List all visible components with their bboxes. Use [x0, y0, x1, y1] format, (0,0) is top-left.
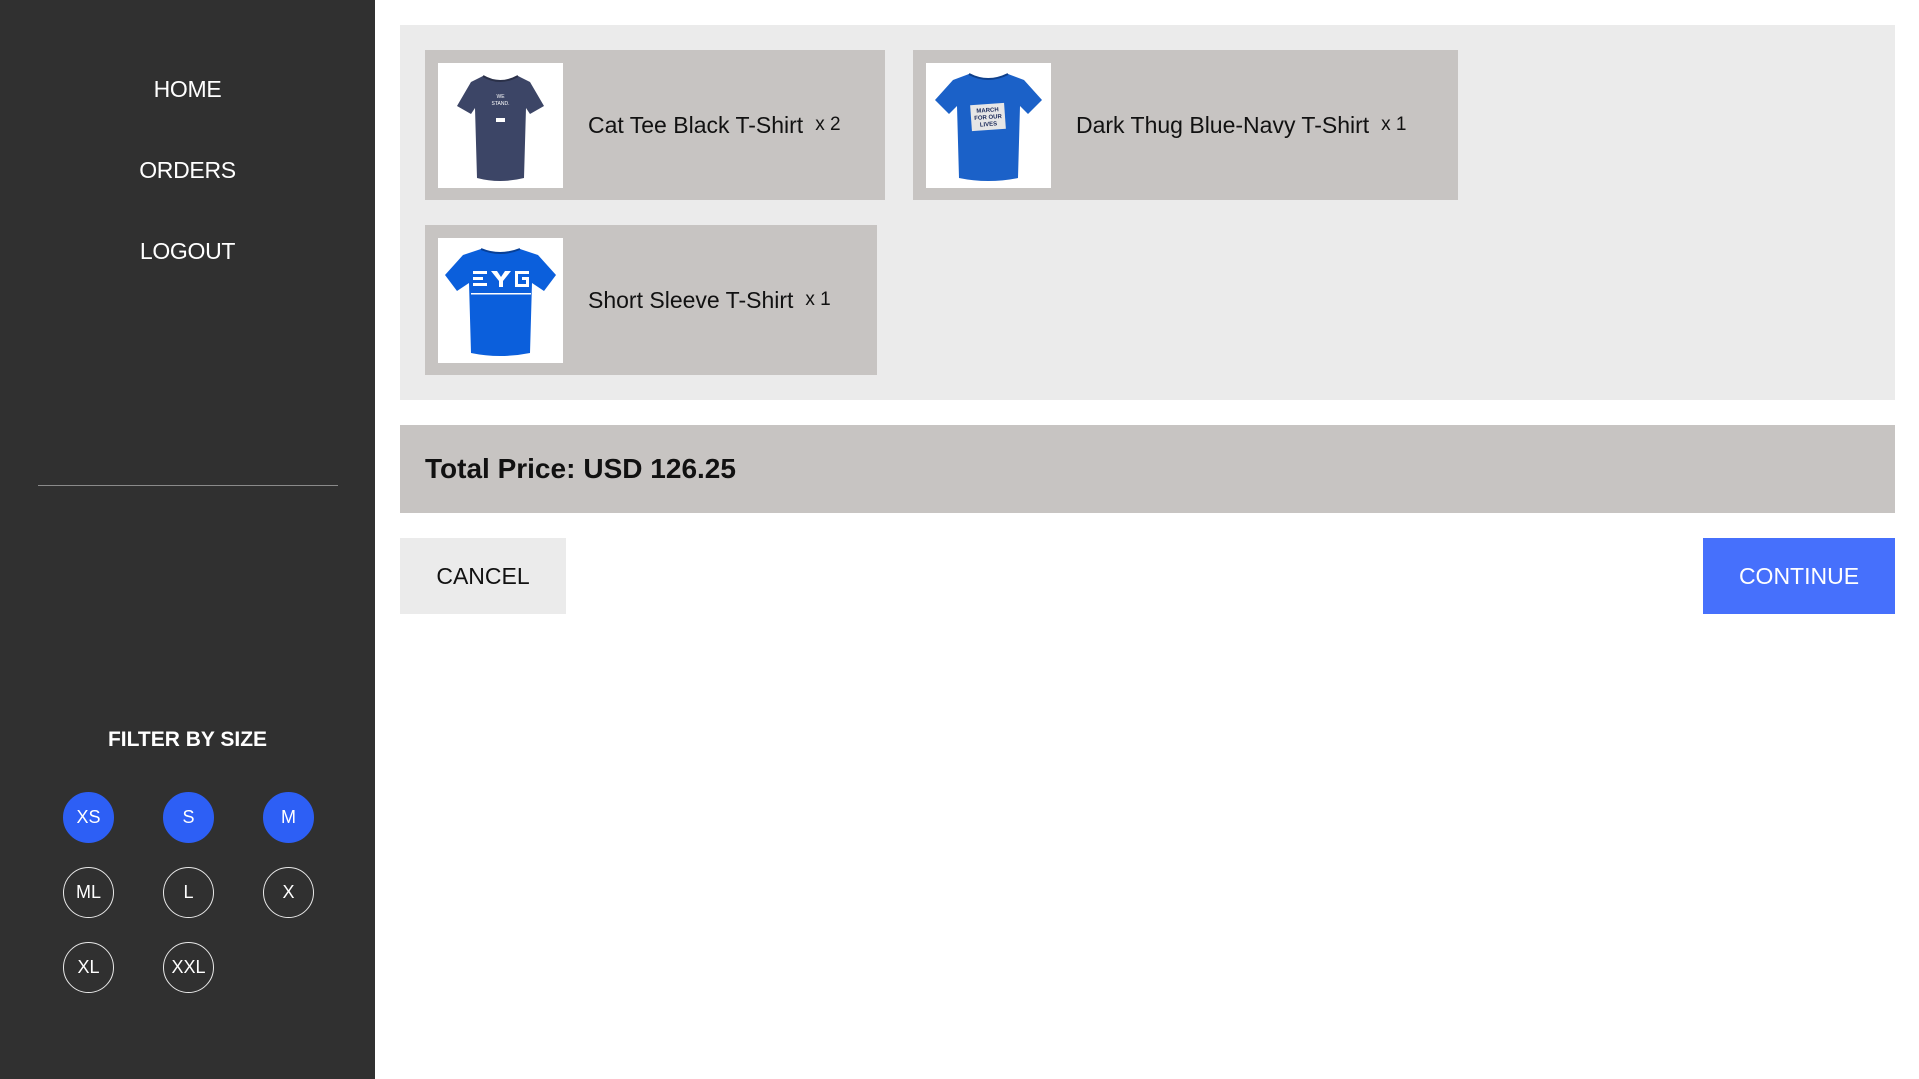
nav-orders[interactable]: ORDERS — [0, 157, 375, 184]
svg-text:LIVES: LIVES — [980, 121, 998, 128]
total-price-bar: Total Price: USD 126.25 — [400, 425, 1895, 513]
cart-item[interactable]: WE STAND. Cat Tee Black T-Shirt x 2 — [425, 50, 885, 200]
sidebar-divider — [38, 485, 338, 486]
cart-item[interactable]: MARCH FOR OUR LIVES Dark Thug Blue-Navy … — [913, 50, 1458, 200]
cart-item-qty: x 2 — [815, 114, 841, 135]
cart-item-name: Short Sleeve T-Shirt — [588, 286, 794, 313]
cart-item[interactable]: Short Sleeve T-Shirt x 1 — [425, 225, 877, 375]
app: HOME ORDERS LOGOUT FILTER BY SIZE XS S M… — [0, 0, 1919, 1079]
nav-home[interactable]: HOME — [0, 76, 375, 103]
size-filter-xs[interactable]: XS — [63, 792, 114, 843]
cart-items-panel: WE STAND. Cat Tee Black T-Shirt x 2 MARC… — [400, 25, 1895, 400]
svg-text:STAND.: STAND. — [492, 101, 510, 107]
nav-logout[interactable]: LOGOUT — [0, 238, 375, 265]
cart-item-name: Cat Tee Black T-Shirt — [588, 111, 804, 138]
total-price-label: Total Price: — [425, 453, 576, 484]
blue-tshirt-image: MARCH FOR OUR LIVES — [926, 62, 1051, 188]
cancel-button[interactable]: CANCEL — [400, 538, 566, 614]
size-filter-xl[interactable]: XL — [63, 942, 114, 993]
size-filter-x[interactable]: X — [263, 867, 314, 918]
size-filter-s[interactable]: S — [163, 792, 214, 843]
size-filter-ml[interactable]: ML — [63, 867, 114, 918]
cart-item-qty: x 1 — [1381, 114, 1407, 135]
size-filter-m[interactable]: M — [263, 792, 314, 843]
size-filter-xxl[interactable]: XXL — [163, 942, 214, 993]
navy-tshirt-image: WE STAND. — [438, 62, 563, 188]
cart-item-name: Dark Thug Blue-Navy T-Shirt — [1076, 111, 1370, 138]
continue-button[interactable]: CONTINUE — [1703, 538, 1895, 614]
size-filter-l[interactable]: L — [163, 867, 214, 918]
filter-title: FILTER BY SIZE — [107, 728, 268, 751]
total-price-value: USD 126.25 — [583, 453, 736, 484]
sidebar: HOME ORDERS LOGOUT FILTER BY SIZE XS S M… — [0, 0, 375, 1079]
blue-tshirt-image — [438, 237, 563, 363]
cart-item-qty: x 1 — [805, 289, 831, 310]
svg-text:WE: WE — [496, 94, 505, 100]
